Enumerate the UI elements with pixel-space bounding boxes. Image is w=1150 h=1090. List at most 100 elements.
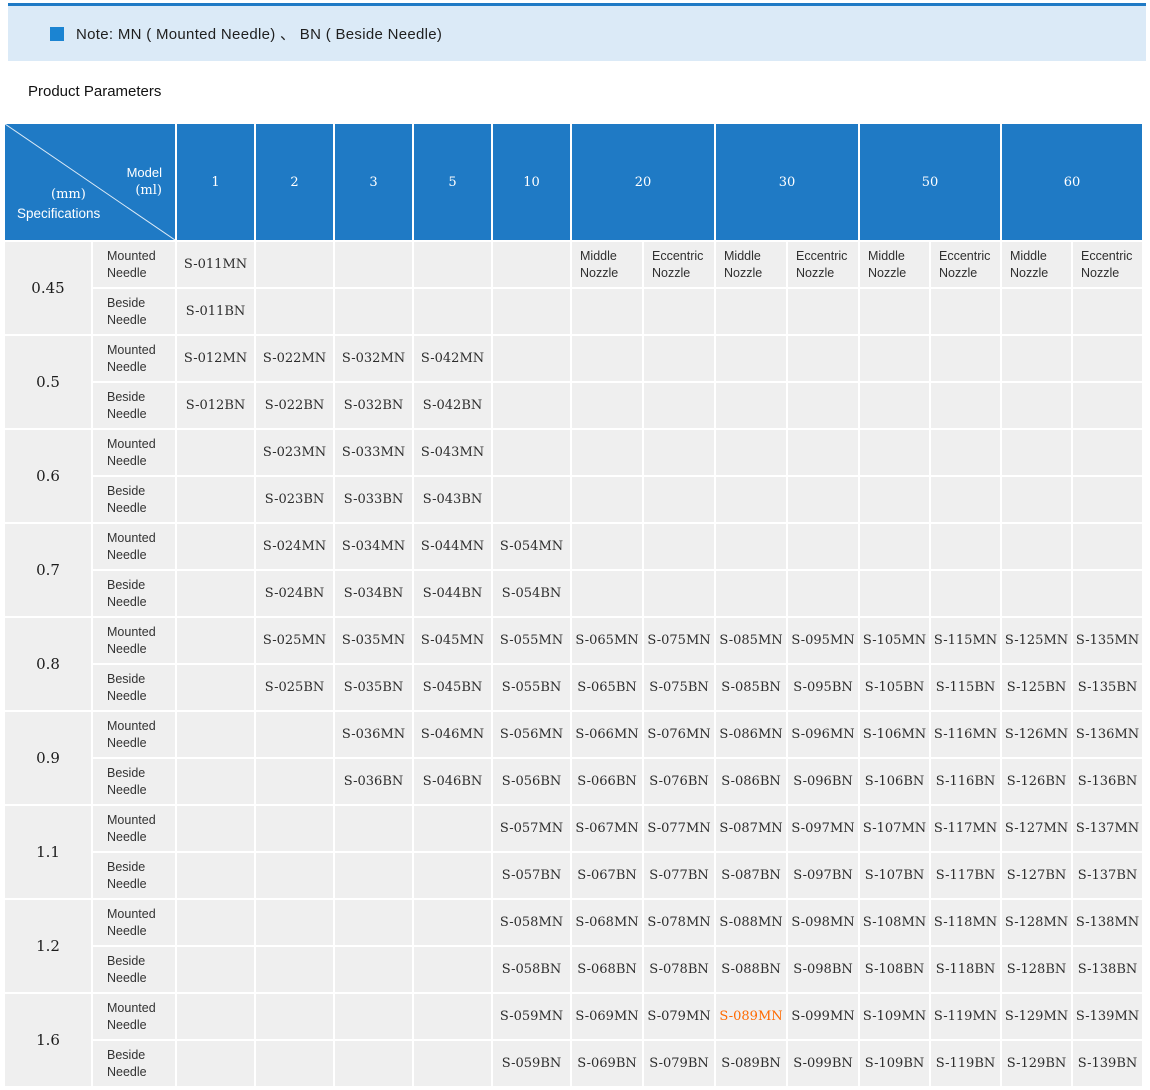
model-cell: S-044MN	[414, 524, 491, 569]
model-cell	[177, 571, 254, 616]
model-cell	[572, 336, 642, 381]
model-cell	[716, 430, 786, 475]
model-cell: S-042MN	[414, 336, 491, 381]
model-cell: S-115MN	[931, 618, 1000, 663]
model-cell	[177, 524, 254, 569]
model-cell: S-022BN	[256, 383, 333, 428]
table-body: 0.45Mounted NeedleS-011MNMiddle NozzleEc…	[5, 242, 1142, 1086]
model-cell	[572, 477, 642, 522]
model-cell	[177, 430, 254, 475]
model-cell	[256, 853, 333, 898]
column-header-10: 10	[493, 124, 570, 240]
table-row: 1.1Mounted NeedleS-057MNS-067MNS-077MNS-…	[5, 806, 1142, 851]
model-cell	[335, 853, 412, 898]
model-cell: S-097BN	[788, 853, 858, 898]
model-label: Model	[127, 164, 162, 182]
needle-type-cell: Mounted Needle	[93, 524, 175, 569]
model-cell	[177, 900, 254, 945]
model-cell: S-045BN	[414, 665, 491, 710]
model-cell: S-096BN	[788, 759, 858, 804]
model-cell: S-097MN	[788, 806, 858, 851]
model-cell	[931, 571, 1000, 616]
model-cell: S-058BN	[493, 947, 570, 992]
note-bar: Note: MN ( Mounted Needle) 、 BN ( Beside…	[8, 6, 1146, 61]
model-cell	[493, 383, 570, 428]
model-cell	[572, 571, 642, 616]
model-cell: S-095MN	[788, 618, 858, 663]
model-cell: S-078BN	[644, 947, 714, 992]
model-cell	[716, 571, 786, 616]
model-cell	[335, 994, 412, 1039]
model-cell: S-098MN	[788, 900, 858, 945]
model-cell: S-136BN	[1073, 759, 1142, 804]
model-cell	[493, 430, 570, 475]
needle-type-cell: Beside Needle	[93, 947, 175, 992]
model-cell: S-138MN	[1073, 900, 1142, 945]
model-cell	[716, 383, 786, 428]
model-unit-label: (ml)	[127, 182, 162, 200]
model-cell: S-012MN	[177, 336, 254, 381]
model-cell	[1002, 571, 1071, 616]
model-cell: S-035MN	[335, 618, 412, 663]
model-cell: S-137MN	[1073, 806, 1142, 851]
model-cell: S-079MN	[644, 994, 714, 1039]
needle-type-cell: Mounted Needle	[93, 806, 175, 851]
needle-type-cell: Mounted Needle	[93, 618, 175, 663]
model-cell: S-095BN	[788, 665, 858, 710]
spec-cell: 0.7	[5, 524, 91, 616]
model-cell: S-108MN	[860, 900, 929, 945]
model-cell: S-098BN	[788, 947, 858, 992]
model-cell: S-065BN	[572, 665, 642, 710]
model-cell: S-056MN	[493, 712, 570, 757]
model-cell: S-106BN	[860, 759, 929, 804]
model-cell	[860, 383, 929, 428]
model-cell: S-136MN	[1073, 712, 1142, 757]
needle-type-cell: Beside Needle	[93, 383, 175, 428]
model-cell	[177, 994, 254, 1039]
model-cell: S-105BN	[860, 665, 929, 710]
model-cell: S-075BN	[644, 665, 714, 710]
table-row: Beside NeedleS-011BN	[5, 289, 1142, 334]
model-cell: S-036MN	[335, 712, 412, 757]
model-cell	[335, 806, 412, 851]
model-cell: S-107MN	[860, 806, 929, 851]
model-cell	[644, 383, 714, 428]
model-cell	[414, 853, 491, 898]
model-cell	[1002, 477, 1071, 522]
model-cell: S-032BN	[335, 383, 412, 428]
model-cell: S-034MN	[335, 524, 412, 569]
model-cell	[931, 289, 1000, 334]
model-cell: S-043BN	[414, 477, 491, 522]
table-header-row: Model (ml) (mm) Specifications 123510203…	[5, 124, 1142, 240]
column-header-2: 2	[256, 124, 333, 240]
model-cell: S-109BN	[860, 1041, 929, 1086]
needle-type-cell: Beside Needle	[93, 853, 175, 898]
model-cell: S-077MN	[644, 806, 714, 851]
model-cell: S-076BN	[644, 759, 714, 804]
model-cell	[716, 336, 786, 381]
spec-cell: 1.6	[5, 994, 91, 1086]
model-cell: S-119BN	[931, 1041, 1000, 1086]
model-cell: S-125MN	[1002, 618, 1071, 663]
model-cell	[177, 853, 254, 898]
model-cell: S-056BN	[493, 759, 570, 804]
model-cell: S-135BN	[1073, 665, 1142, 710]
model-cell: S-127BN	[1002, 853, 1071, 898]
model-cell: S-059MN	[493, 994, 570, 1039]
model-cell: S-125BN	[1002, 665, 1071, 710]
model-cell	[335, 1041, 412, 1086]
model-cell: S-067BN	[572, 853, 642, 898]
column-header-5: 5	[414, 124, 491, 240]
model-cell	[256, 806, 333, 851]
nozzle-type-label: Eccentric Nozzle	[788, 242, 858, 287]
page-title: Product Parameters	[28, 83, 161, 100]
model-cell: S-069BN	[572, 1041, 642, 1086]
model-cell	[860, 477, 929, 522]
model-cell: S-116MN	[931, 712, 1000, 757]
model-cell	[1002, 430, 1071, 475]
model-cell: S-135MN	[1073, 618, 1142, 663]
model-cell	[414, 994, 491, 1039]
model-cell: S-099MN	[788, 994, 858, 1039]
model-cell	[177, 1041, 254, 1086]
model-cell	[931, 383, 1000, 428]
